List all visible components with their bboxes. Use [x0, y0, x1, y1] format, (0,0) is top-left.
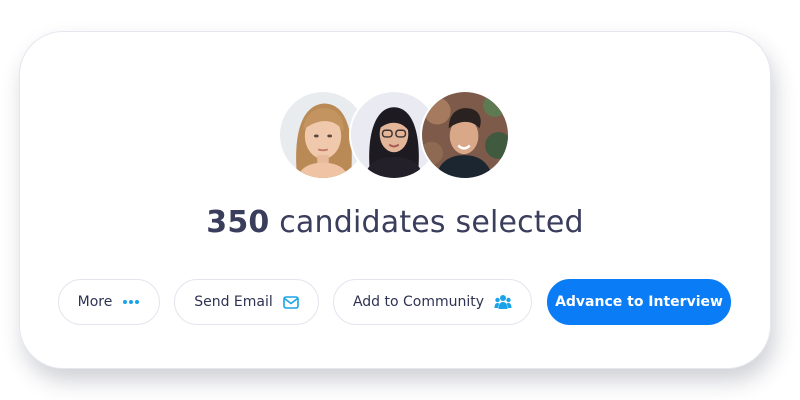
- send-email-button-label: Send Email: [194, 294, 273, 310]
- more-dots-icon: [122, 299, 140, 305]
- avatar-group: [278, 90, 518, 182]
- selected-label: candidates selected: [269, 205, 584, 240]
- add-to-community-button-label: Add to Community: [352, 294, 485, 310]
- people-group-icon: [494, 294, 512, 310]
- add-to-community-button[interactable]: Add to Community: [333, 279, 532, 325]
- candidate-avatar-3: [420, 90, 510, 180]
- more-button-label: More: [77, 294, 113, 310]
- send-email-button[interactable]: Send Email: [174, 279, 319, 325]
- envelope-icon: [282, 295, 299, 309]
- selected-count: 350: [206, 205, 270, 240]
- advance-to-interview-button[interactable]: Advance to Interview: [547, 279, 731, 325]
- selection-summary: 350 candidates selected: [0, 205, 790, 240]
- more-button[interactable]: More: [58, 279, 160, 325]
- advance-to-interview-button-label: Advance to Interview: [555, 294, 723, 310]
